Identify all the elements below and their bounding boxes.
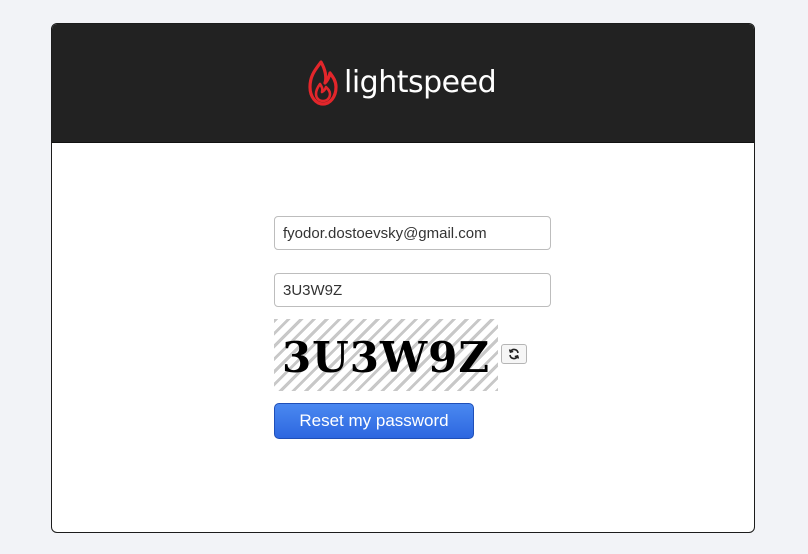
flame-icon [308,60,338,106]
reset-password-button[interactable]: Reset my password [274,403,474,439]
captcha-image-text: 3U3W9Z [281,332,491,382]
header-bar: lightspeed [52,24,754,143]
lightspeed-logo: lightspeed [308,60,497,106]
captcha-image: 3U3W9Z [274,319,498,391]
captcha-input[interactable] [274,273,551,307]
reset-password-card: lightspeed 3U3W9Z Reset my password [51,23,755,533]
email-field[interactable] [274,216,551,250]
brand-name: lightspeed [344,65,497,100]
captcha-row: 3U3W9Z [274,319,554,391]
reset-form: 3U3W9Z Reset my password [274,216,554,439]
captcha-refresh-button[interactable] [501,344,527,364]
refresh-icon [508,348,520,360]
